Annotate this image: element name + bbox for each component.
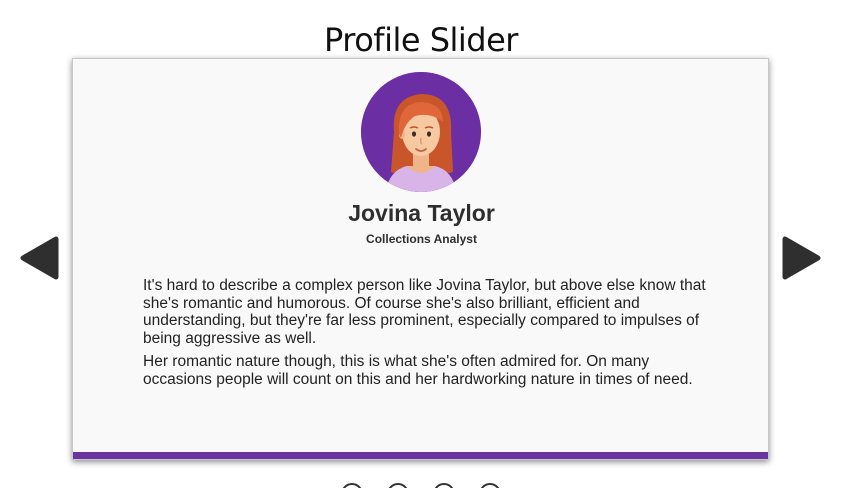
slide-dot-4[interactable] (479, 483, 501, 488)
slide-dots (337, 483, 507, 488)
next-slide-button[interactable] (781, 234, 823, 282)
card-accent-bar (73, 452, 768, 459)
avatar (361, 72, 481, 192)
profile-name: Jovina Taylor (348, 200, 495, 226)
page-title: Profile Slider (324, 21, 518, 60)
slide-dot-3[interactable] (433, 483, 455, 488)
bio-paragraph: It's hard to describe a complex person l… (143, 277, 706, 347)
woman-avatar-icon (361, 72, 481, 192)
prev-slide-button[interactable] (18, 234, 60, 282)
profile-bio: It's hard to describe a complex person l… (143, 277, 713, 394)
slide-dot-2[interactable] (387, 483, 409, 488)
bio-paragraph: Her romantic nature though, this is what… (143, 353, 693, 388)
profile-role: Collections Analyst (366, 232, 477, 246)
profile-card: Jovina Taylor Collections Analyst It's h… (72, 58, 769, 460)
triangle-left-icon (20, 236, 59, 280)
triangle-right-icon (782, 236, 821, 280)
slide-dot-1[interactable] (341, 483, 363, 488)
